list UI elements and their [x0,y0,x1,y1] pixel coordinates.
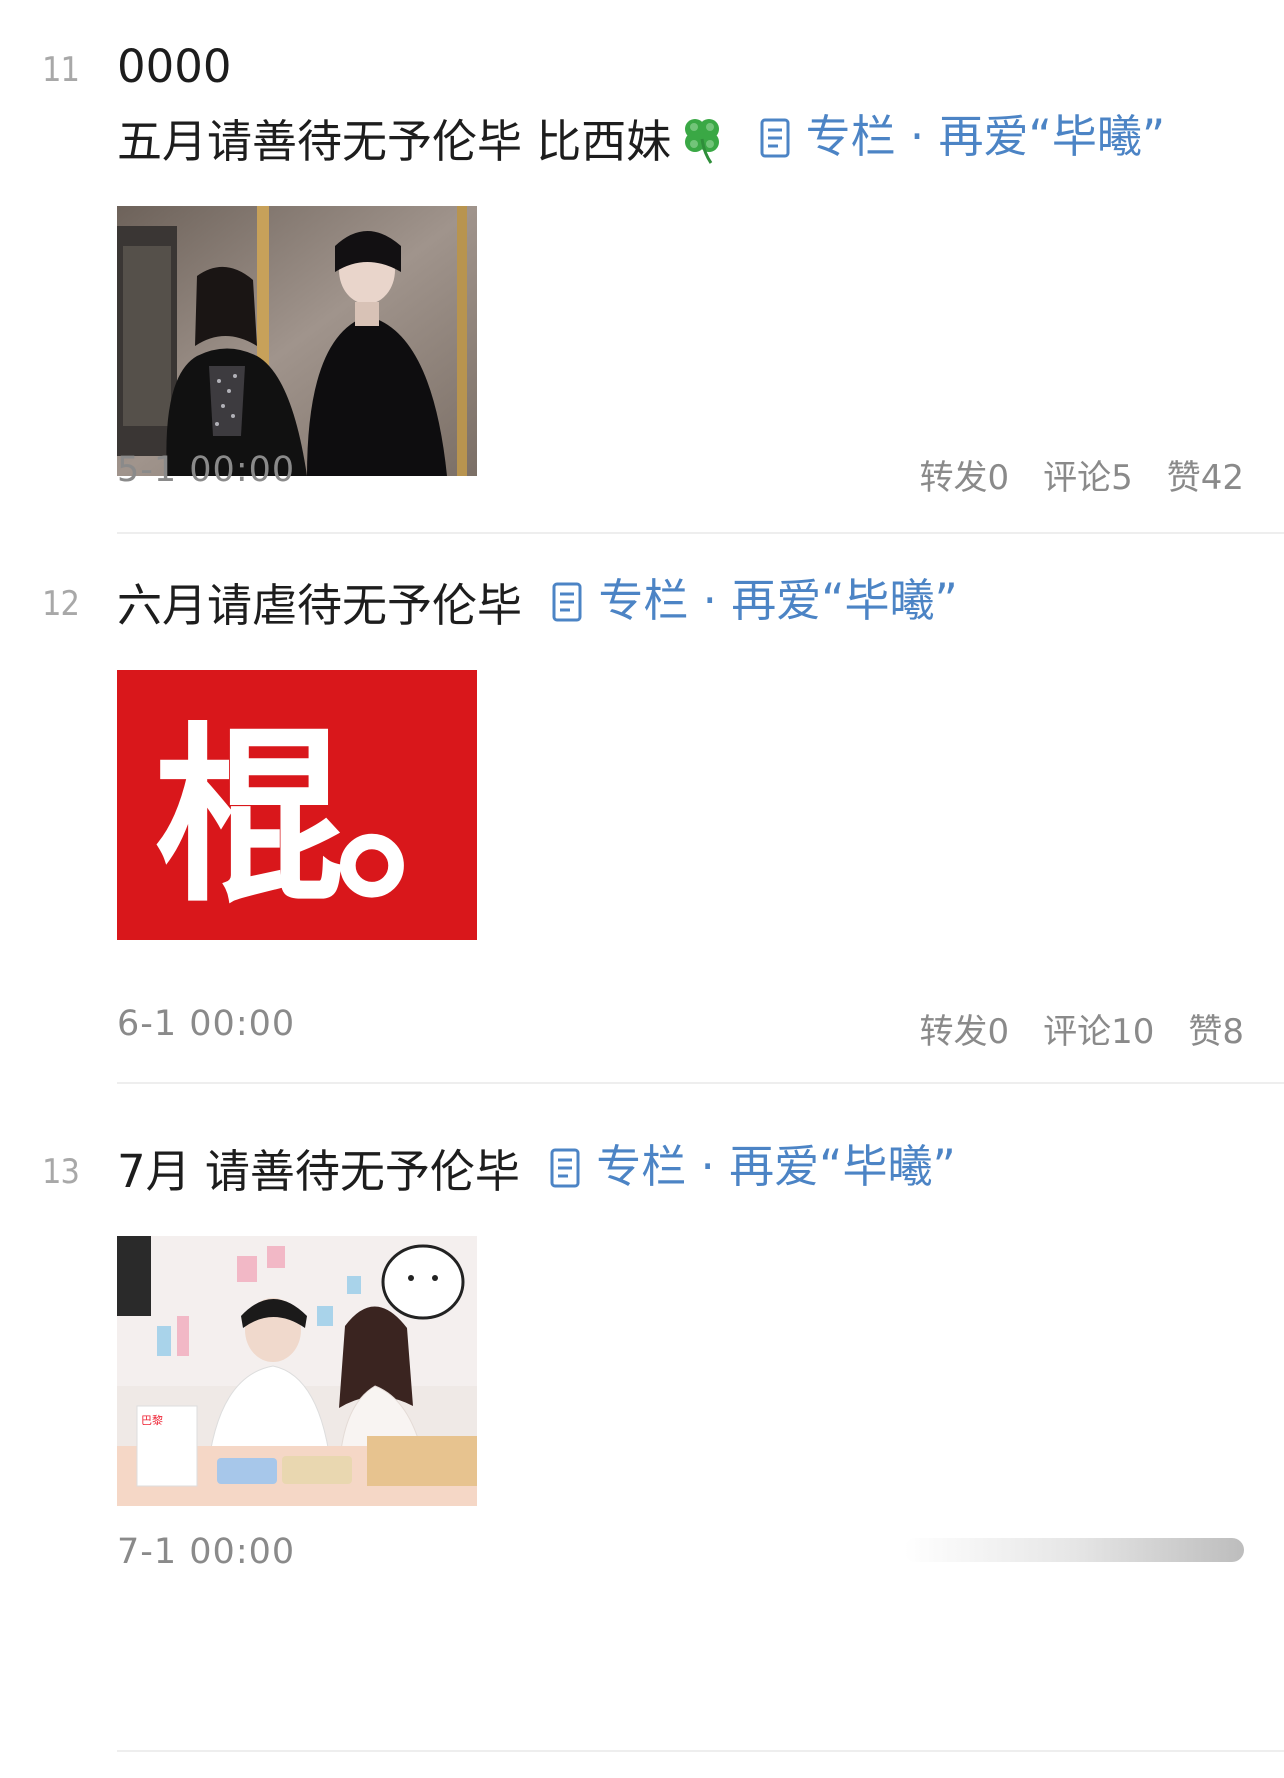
divider [117,1082,1284,1084]
divider [117,1750,1284,1752]
blurred-stats-placeholder [904,1538,1244,1562]
column-label: 专栏 · 再爱“毕曦” [805,110,1166,163]
post-item[interactable]: 11 0000 五月请善待无予伦毕 比西妹 专栏 · 再爱“毕曦” 5-1 00… [0,0,1284,534]
post-title-line1: 7月 请善待无予伦毕 专栏 · 再爱“毕曦” [117,1132,1244,1207]
repost-count[interactable]: 转发0 [919,1012,1009,1052]
column-link[interactable]: 专栏 · 再爱“毕曦” [552,566,958,636]
post-item[interactable]: 13 7月 请善待无予伦毕 专栏 · 再爱“毕曦” 巴黎 7-1 00:00 [0,1086,1284,1778]
four-leaf-clover-icon [685,119,720,164]
livestream-photo-image: 巴黎 [117,1236,477,1506]
column-link[interactable]: 专栏 · 再爱“毕曦” [760,102,1166,172]
post-title-text: 六月请虐待无予伦毕 [117,579,523,632]
document-icon [760,118,790,158]
repost-count[interactable]: 转发0 [919,458,1009,498]
post-item[interactable]: 12 六月请虐待无予伦毕 专栏 · 再爱“毕曦” 棍。 6-1 00 [0,534,1284,1086]
bag-label: 巴黎 [141,1413,163,1427]
post-date: 6-1 00:00 [117,1004,296,1044]
document-icon [552,582,582,622]
post-meta-row: 6-1 00:00 转发0 评论10 赞8 [117,1004,1244,1052]
post-stats: 转发0 评论5 赞42 [885,450,1244,499]
document-icon [550,1148,580,1188]
post-title-line2: 五月请善待无予伦毕 比西妹 专栏 · 再爱“毕曦” [117,102,1244,177]
post-title-text: 五月请善待无予伦毕 比西妹 [117,115,672,168]
post-date: 7-1 00:00 [117,1532,296,1572]
comment-count[interactable]: 评论5 [1043,458,1133,498]
post-date: 5-1 00:00 [117,450,296,490]
couple-photo-image [117,206,477,476]
red-graphic-text: 棍。 [155,707,477,928]
post-index: 13 [42,1152,80,1192]
post-meta-row: 5-1 00:00 转发0 评论5 赞42 [117,450,1244,498]
comment-count[interactable]: 评论10 [1043,1012,1154,1052]
column-label: 专栏 · 再爱“毕曦” [596,1140,956,1193]
like-count[interactable]: 赞42 [1167,458,1244,498]
post-feed: 11 0000 五月请善待无予伦毕 比西妹 专栏 · 再爱“毕曦” 5-1 00… [0,0,1284,1778]
post-image-thumbnail[interactable]: 巴黎 [117,1236,477,1506]
post-stats: 转发0 评论10 赞8 [885,1004,1244,1053]
post-index: 12 [42,584,80,624]
post-image-thumbnail[interactable]: 棍。 [117,670,477,940]
column-link[interactable]: 专栏 · 再爱“毕曦” [550,1132,956,1202]
post-title-line1: 0000 [117,40,232,93]
post-index: 11 [42,50,80,90]
post-title-line1: 六月请虐待无予伦毕 专栏 · 再爱“毕曦” [117,566,1244,641]
like-count[interactable]: 赞8 [1188,1012,1244,1052]
post-image-thumbnail[interactable] [117,206,477,476]
column-label: 专栏 · 再爱“毕曦” [598,574,958,627]
post-title-text: 7月 请善待无予伦毕 [117,1145,520,1198]
